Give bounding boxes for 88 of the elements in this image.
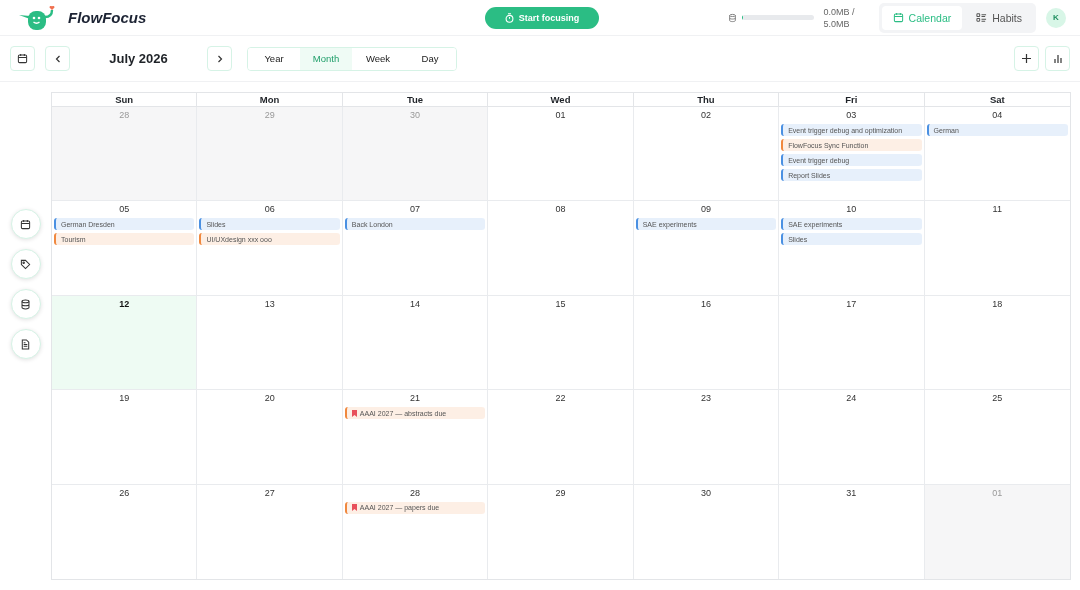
list-icon bbox=[976, 12, 988, 23]
database-icon bbox=[727, 12, 737, 23]
day-number: 13 bbox=[263, 297, 276, 310]
weekday-header: Wed bbox=[488, 93, 634, 107]
day-number: 12 bbox=[118, 297, 131, 310]
day-cell[interactable]: 15 bbox=[488, 295, 634, 391]
day-number: 29 bbox=[554, 486, 567, 499]
calendar-icon bbox=[892, 12, 904, 23]
day-number: 16 bbox=[699, 297, 712, 310]
day-cell[interactable]: 31 bbox=[779, 484, 925, 579]
app-name: FlowFocus bbox=[68, 9, 147, 26]
day-number: 09 bbox=[699, 203, 712, 216]
chevron-right-icon bbox=[216, 54, 223, 63]
day-number: 21 bbox=[409, 392, 422, 405]
document-button[interactable] bbox=[10, 329, 41, 359]
tag-icon bbox=[20, 258, 31, 270]
storage-usage: 0.0MB / 5.0MB bbox=[823, 5, 855, 30]
day-cell[interactable]: 25 bbox=[924, 390, 1070, 485]
day-number: 07 bbox=[409, 203, 422, 216]
day-number: 27 bbox=[263, 486, 276, 499]
tag-button[interactable] bbox=[10, 249, 41, 279]
day-number: 18 bbox=[991, 297, 1004, 310]
day-cell[interactable]: 20 bbox=[197, 390, 343, 485]
day-number: 29 bbox=[263, 109, 276, 121]
day-number: 17 bbox=[845, 297, 858, 310]
calendar-button[interactable] bbox=[10, 46, 35, 71]
day-cell[interactable]: 30 bbox=[633, 484, 780, 579]
day-cell[interactable]: 26 bbox=[52, 484, 198, 579]
day-number: 31 bbox=[845, 486, 858, 499]
day-number: 11 bbox=[991, 203, 1003, 216]
calendar-button[interactable] bbox=[10, 209, 41, 239]
day-number: 06 bbox=[263, 203, 276, 216]
weekday-header: Thu bbox=[633, 93, 780, 107]
day-number: 02 bbox=[699, 109, 712, 121]
day-cell[interactable]: 02 bbox=[633, 107, 780, 202]
day-cell[interactable]: 18 bbox=[924, 295, 1070, 391]
day-number: 25 bbox=[991, 392, 1004, 405]
calendar-icon bbox=[20, 218, 31, 230]
chevron-left-icon bbox=[54, 54, 61, 63]
day-number: 10 bbox=[845, 203, 858, 216]
day-cell[interactable]: 13 bbox=[197, 295, 343, 391]
day-cell[interactable]: 27 bbox=[197, 484, 343, 579]
database-button[interactable] bbox=[10, 289, 41, 319]
day-cell[interactable]: 01 bbox=[488, 107, 634, 202]
database-icon bbox=[20, 298, 31, 310]
weekday-header: Fri bbox=[779, 93, 925, 107]
day-number: 28 bbox=[409, 486, 422, 499]
stopwatch-icon bbox=[504, 12, 514, 23]
add-button[interactable] bbox=[1014, 46, 1039, 71]
day-cell[interactable]: 16 bbox=[633, 295, 780, 391]
day-cell[interactable]: 29 bbox=[488, 484, 634, 579]
day-cell[interactable]: 11 bbox=[924, 201, 1070, 296]
day-number: 28 bbox=[118, 109, 131, 121]
bookmark-icon bbox=[351, 504, 357, 512]
day-cell[interactable]: 22 bbox=[488, 390, 634, 485]
plus-icon bbox=[1022, 54, 1031, 63]
avatar[interactable]: K bbox=[1046, 7, 1066, 28]
day-number: 15 bbox=[554, 297, 567, 310]
day-number: 30 bbox=[409, 109, 422, 121]
view-tab[interactable]: Habits bbox=[965, 5, 1033, 30]
day-number: 26 bbox=[118, 486, 131, 499]
statistics-button[interactable] bbox=[1045, 46, 1070, 71]
month-title: July 2026 bbox=[108, 51, 169, 66]
day-number: 08 bbox=[554, 203, 567, 216]
day-number: 19 bbox=[118, 392, 131, 405]
day-number: 05 bbox=[118, 203, 131, 216]
day-number: 20 bbox=[263, 392, 276, 405]
calendar-icon bbox=[17, 53, 28, 64]
bar-chart-icon bbox=[1053, 54, 1062, 63]
day-cell[interactable]: 14 bbox=[342, 295, 489, 391]
day-cell[interactable]: 24 bbox=[779, 390, 925, 485]
day-cell[interactable]: 23 bbox=[633, 390, 780, 485]
day-number: 30 bbox=[699, 486, 712, 499]
day-cell[interactable]: 12 bbox=[52, 295, 198, 391]
day-number: 14 bbox=[409, 297, 422, 310]
day-cell[interactable]: 19 bbox=[52, 390, 198, 485]
day-number: 04 bbox=[991, 109, 1004, 121]
day-number: 03 bbox=[845, 109, 858, 121]
day-number: 22 bbox=[554, 392, 567, 405]
weekday-header: Sat bbox=[924, 93, 1070, 107]
day-cell[interactable]: 08 bbox=[488, 201, 634, 296]
day-number: 01 bbox=[554, 109, 567, 121]
day-cell[interactable]: 17 bbox=[779, 295, 925, 391]
day-number: 23 bbox=[699, 392, 712, 405]
day-number: 24 bbox=[845, 392, 858, 405]
bookmark-icon bbox=[351, 409, 357, 417]
document-icon bbox=[20, 338, 31, 350]
day-number: 01 bbox=[991, 486, 1004, 499]
